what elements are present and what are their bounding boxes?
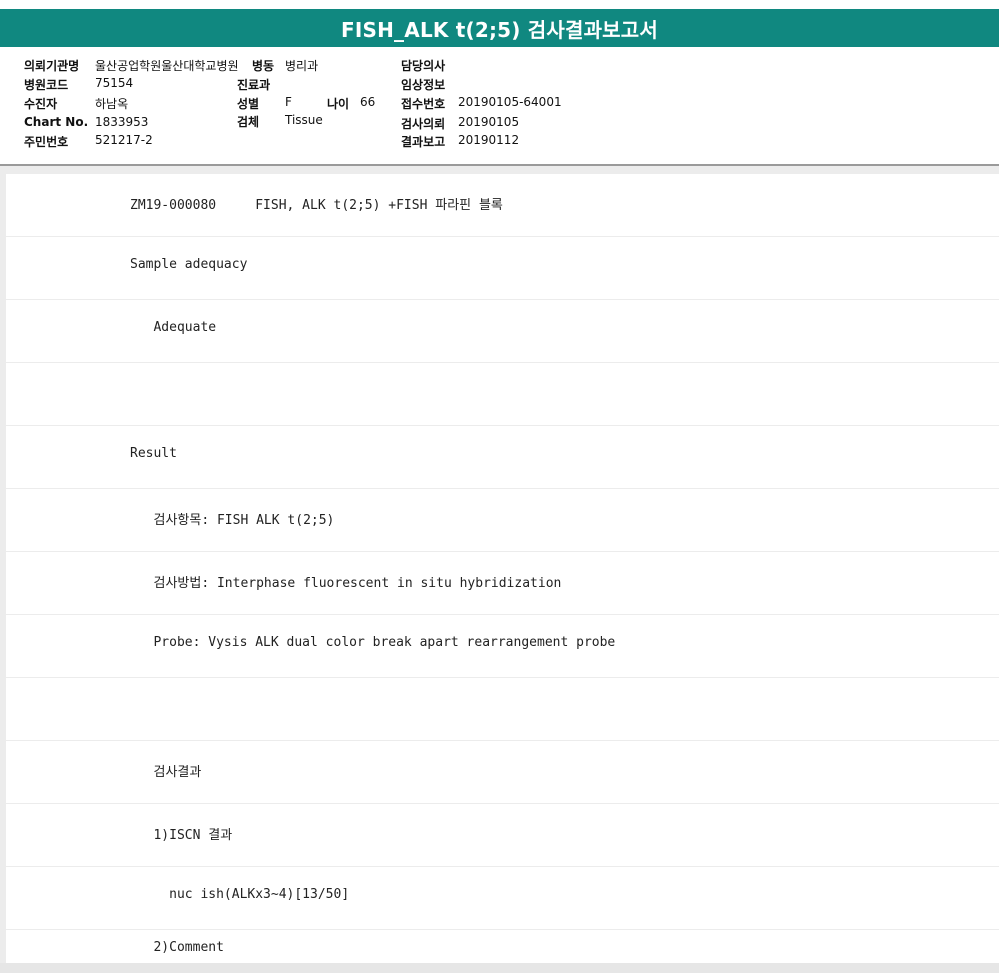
sex-value: F: [285, 95, 292, 109]
report-date-label: 결과보고: [401, 135, 446, 149]
report-line: Adequate: [6, 300, 999, 362]
report-line: 1)ISCN 결과: [6, 804, 999, 866]
chart-no-label: Chart No.: [24, 115, 89, 129]
report-line-text: nuc ish(ALKx3~4)[13/50]: [130, 887, 350, 902]
examinee-label: 수진자: [24, 97, 58, 111]
report-line: [6, 678, 999, 740]
dept-label: 진료과: [237, 78, 271, 92]
request-value: 20190105: [458, 115, 520, 129]
report-line: 검사항목: FISH ALK t(2;5): [6, 489, 999, 551]
report-line: ZM19-000080 FISH, ALK t(2;5) +FISH 파라핀 블…: [6, 174, 999, 236]
specimen-label: 검체: [237, 115, 260, 129]
report-line-text: ZM19-000080 FISH, ALK t(2;5) +FISH 파라핀 블…: [130, 198, 503, 213]
report-title: FISH_ALK t(2;5) 검사결과보고서: [0, 9, 999, 47]
receipt-no-label: 접수번호: [401, 97, 446, 111]
specimen-value: Tissue: [285, 113, 323, 127]
institution-label: 의뢰기관명: [24, 59, 80, 73]
report-line: nuc ish(ALKx3~4)[13/50]: [6, 867, 999, 929]
report-line-text: 검사항목: FISH ALK t(2;5): [130, 513, 335, 528]
report-line: Probe: Vysis ALK dual color break apart …: [6, 615, 999, 677]
ward-value: 병리과: [285, 59, 319, 73]
resident-no-label: 주민번호: [24, 135, 69, 149]
chart-no-value: 1833953: [95, 115, 149, 129]
report-line: [6, 363, 999, 425]
report-line-text: 2)Comment: [130, 940, 224, 955]
report-line-text: 검사결과: [130, 765, 202, 780]
clinical-info-label: 임상정보: [401, 78, 446, 92]
report-date-value: 20190112: [458, 133, 520, 147]
report-body: ZM19-000080 FISH, ALK t(2;5) +FISH 파라핀 블…: [0, 166, 999, 973]
hospital-code-value: 75154: [95, 76, 134, 90]
report-line-text: Result: [130, 446, 177, 461]
age-value: 66: [360, 95, 376, 109]
report-line: 검사결과: [6, 741, 999, 803]
report-line: Sample adequacy: [6, 237, 999, 299]
doctor-label: 담당의사: [401, 59, 446, 73]
report-line-text: Probe: Vysis ALK dual color break apart …: [130, 635, 616, 650]
examinee-value: 하남옥: [95, 97, 129, 111]
patient-info-panel: 의뢰기관명 울산공업학원울산대학교병원 병동 병리과 담당의사 병원코드 751…: [0, 50, 999, 165]
report-line-text: Adequate: [130, 320, 217, 335]
age-label: 나이: [327, 97, 350, 111]
request-label: 검사의뢰: [401, 117, 446, 131]
report-line-text: 검사방법: Interphase fluorescent in situ hyb…: [130, 576, 562, 591]
report-line: 2)Comment: [6, 930, 999, 963]
report-line: 검사방법: Interphase fluorescent in situ hyb…: [6, 552, 999, 614]
ward-label: 병동: [252, 59, 275, 73]
receipt-no-value: 20190105-64001: [458, 95, 562, 109]
resident-no-value: 521217-2: [95, 133, 153, 147]
hospital-code-label: 병원코드: [24, 78, 69, 92]
report-line-text: Sample adequacy: [130, 257, 248, 272]
bottom-strip: [0, 963, 999, 973]
report-line: Result: [6, 426, 999, 488]
sex-label: 성별: [237, 97, 260, 111]
report-line-text: 1)ISCN 결과: [130, 828, 233, 843]
institution-value: 울산공업학원울산대학교병원: [95, 59, 239, 73]
